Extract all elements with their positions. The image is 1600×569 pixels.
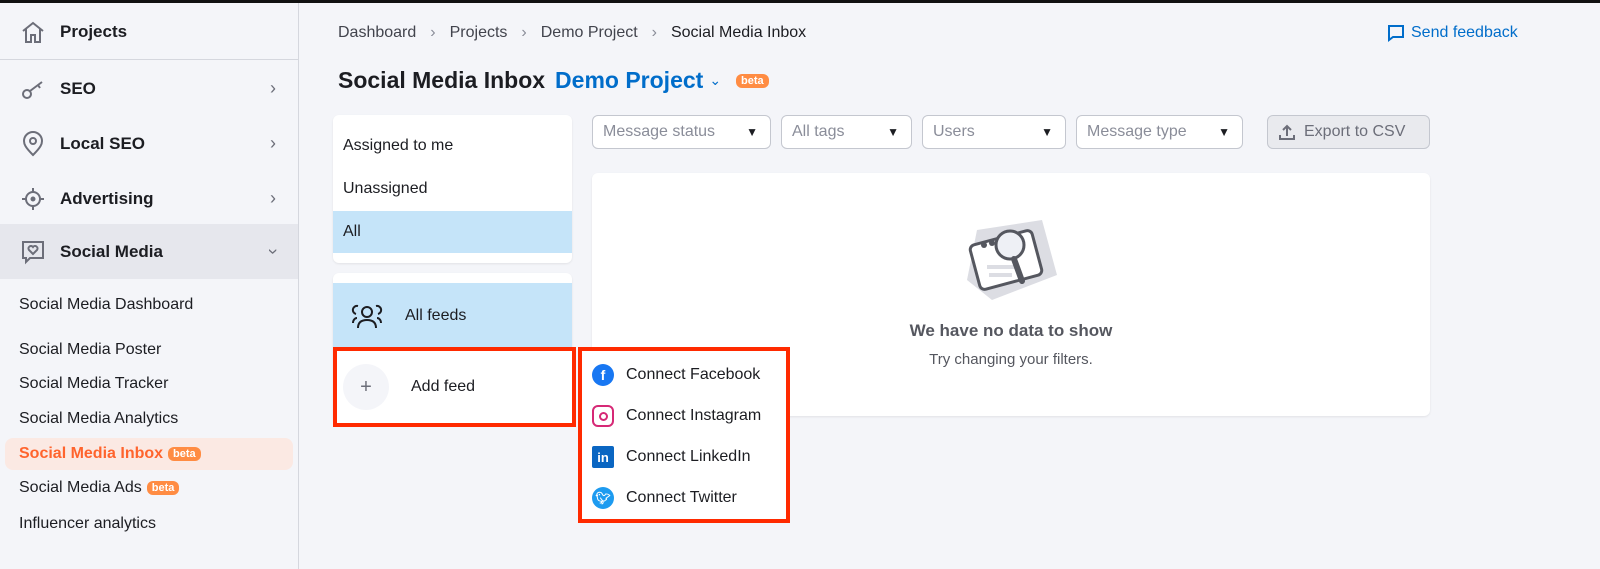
sidebar-item-label: Social Media — [60, 241, 163, 261]
sidebar-subitem[interactable]: Social Media Tracker — [5, 368, 293, 400]
message-status-select[interactable]: Message status ▼ — [592, 115, 771, 149]
breadcrumb: Dashboard › Projects › Demo Project › Socia… — [338, 24, 806, 42]
connect-facebook-item[interactable]: f Connect Facebook — [592, 358, 760, 392]
select-placeholder: Message status — [603, 123, 716, 140]
sidebar-item-label: Advertising — [60, 188, 154, 208]
plus-icon: + — [343, 364, 389, 410]
option-label: All — [343, 223, 361, 240]
export-label: Export to CSV — [1304, 123, 1406, 140]
location-pin-icon — [19, 130, 47, 158]
select-placeholder: Users — [933, 123, 975, 140]
chevron-right-icon: › — [651, 24, 657, 41]
subitem-label: Social Media Dashboard — [19, 296, 194, 313]
chevron-down-icon: ▼ — [1218, 125, 1230, 139]
option-label: Assigned to me — [343, 137, 454, 154]
upload-icon — [1279, 124, 1295, 140]
beta-badge: beta — [146, 481, 180, 495]
chevron-right-icon: › — [521, 24, 527, 41]
subitem-label: Social Media Tracker — [19, 375, 169, 392]
page-header: Social Media Inbox Demo Project ⌄ beta — [338, 67, 769, 94]
subitem-label: Social Media Ads — [19, 479, 142, 496]
chevron-down-icon: ▼ — [887, 125, 899, 139]
menu-item-label: Connect Facebook — [626, 366, 761, 383]
tags-select[interactable]: All tags ▼ — [781, 115, 912, 149]
beta-badge: beta — [736, 73, 769, 88]
facebook-icon: f — [592, 364, 614, 386]
select-placeholder: All tags — [792, 123, 845, 140]
assignment-filter-card: Assigned to me Unassigned All — [333, 115, 572, 263]
unassigned-option[interactable]: Unassigned — [333, 168, 572, 210]
page-title: Social Media Inbox — [338, 67, 546, 93]
home-icon — [19, 18, 47, 46]
sidebar-item-local-seo[interactable]: Local SEO › — [0, 116, 298, 171]
chevron-down-icon: ▼ — [1041, 125, 1053, 139]
select-placeholder: Message type — [1087, 123, 1187, 140]
breadcrumb-link[interactable]: Projects — [450, 24, 508, 42]
all-option[interactable]: All — [333, 211, 572, 253]
users-select[interactable]: Users ▼ — [922, 115, 1066, 149]
sidebar-item-advertising[interactable]: Advertising › — [0, 171, 298, 226]
sidebar-subitem[interactable]: Social Media Dashboard — [5, 289, 293, 321]
sidebar-item-label: Projects — [60, 22, 128, 41]
send-feedback-label: Send feedback — [1411, 24, 1518, 41]
chevron-down-icon[interactable]: ⌄ — [709, 72, 721, 89]
add-feed-button[interactable]: + Add feed — [333, 347, 576, 427]
subitem-label: Social Media Inbox — [19, 445, 164, 462]
sidebar-subitem[interactable]: Social Media Poster — [5, 334, 293, 366]
sidebar-subitem[interactable]: Social Media Analytics — [5, 403, 293, 435]
project-selector[interactable]: Demo Project — [555, 67, 703, 94]
sidebar-item-social-media[interactable]: Social Media › — [0, 224, 298, 279]
users-icon — [351, 304, 383, 329]
connect-feed-menu: f Connect Facebook Connect Instagram in Co… — [578, 347, 790, 523]
all-feeds-label: All feeds — [405, 307, 467, 324]
chevron-down-icon: › — [263, 248, 284, 255]
chevron-down-icon: ▼ — [746, 125, 758, 139]
menu-item-label: Connect Twitter — [626, 489, 737, 506]
breadcrumb-link[interactable]: Dashboard — [338, 24, 416, 42]
sidebar-item-seo[interactable]: SEO › — [0, 61, 298, 116]
menu-item-label: Connect Instagram — [626, 407, 762, 424]
connect-linkedin-item[interactable]: in Connect LinkedIn — [592, 440, 751, 474]
export-csv-button[interactable]: Export to CSV — [1267, 115, 1430, 149]
chevron-right-icon: › — [270, 133, 276, 153]
chat-heart-icon — [19, 238, 47, 266]
add-feed-label: Add feed — [411, 378, 476, 395]
all-feeds-item[interactable]: All feeds — [333, 283, 572, 349]
menu-item-label: Connect LinkedIn — [626, 448, 751, 465]
empty-search-illustration — [967, 220, 1057, 300]
twitter-icon: 🐦︎ — [592, 487, 614, 509]
sidebar-subitem-active[interactable]: Social Media Inbox beta — [5, 438, 293, 470]
beta-badge: beta — [168, 447, 201, 461]
breadcrumb-current: Social Media Inbox — [670, 24, 807, 41]
connect-twitter-item[interactable]: 🐦︎ Connect Twitter — [592, 481, 737, 515]
linkedin-icon: in — [592, 446, 614, 468]
sidebar-item-label: SEO — [60, 78, 96, 98]
sidebar-item-label: Local SEO — [60, 133, 146, 153]
crosshair-icon — [19, 185, 47, 213]
breadcrumb-link[interactable]: Demo Project — [541, 24, 638, 42]
feedback-icon — [1388, 25, 1404, 42]
sidebar-subitem[interactable]: Social Media Ads beta — [5, 472, 293, 504]
chevron-right-icon: › — [270, 78, 276, 98]
empty-state-title: We have no data to show — [909, 321, 1113, 340]
instagram-icon — [592, 405, 614, 427]
sidebar-subitem[interactable]: Influencer analytics — [5, 508, 293, 540]
chevron-right-icon: › — [430, 24, 436, 41]
option-label: Unassigned — [343, 180, 428, 197]
sidebar-item-projects[interactable]: Projects — [0, 5, 298, 60]
subitem-label: Influencer analytics — [19, 515, 156, 532]
assigned-to-me-option[interactable]: Assigned to me — [333, 125, 572, 167]
key-icon — [19, 75, 47, 103]
sidebar: Projects SEO › Local SEO › Advertising ›… — [0, 3, 299, 569]
message-type-select[interactable]: Message type ▼ — [1076, 115, 1243, 149]
subitem-label: Social Media Poster — [19, 341, 162, 358]
send-feedback-link[interactable]: Send feedback — [1387, 24, 1518, 42]
connect-instagram-item[interactable]: Connect Instagram — [592, 399, 761, 433]
subitem-label: Social Media Analytics — [19, 410, 179, 427]
chevron-right-icon: › — [270, 188, 276, 208]
